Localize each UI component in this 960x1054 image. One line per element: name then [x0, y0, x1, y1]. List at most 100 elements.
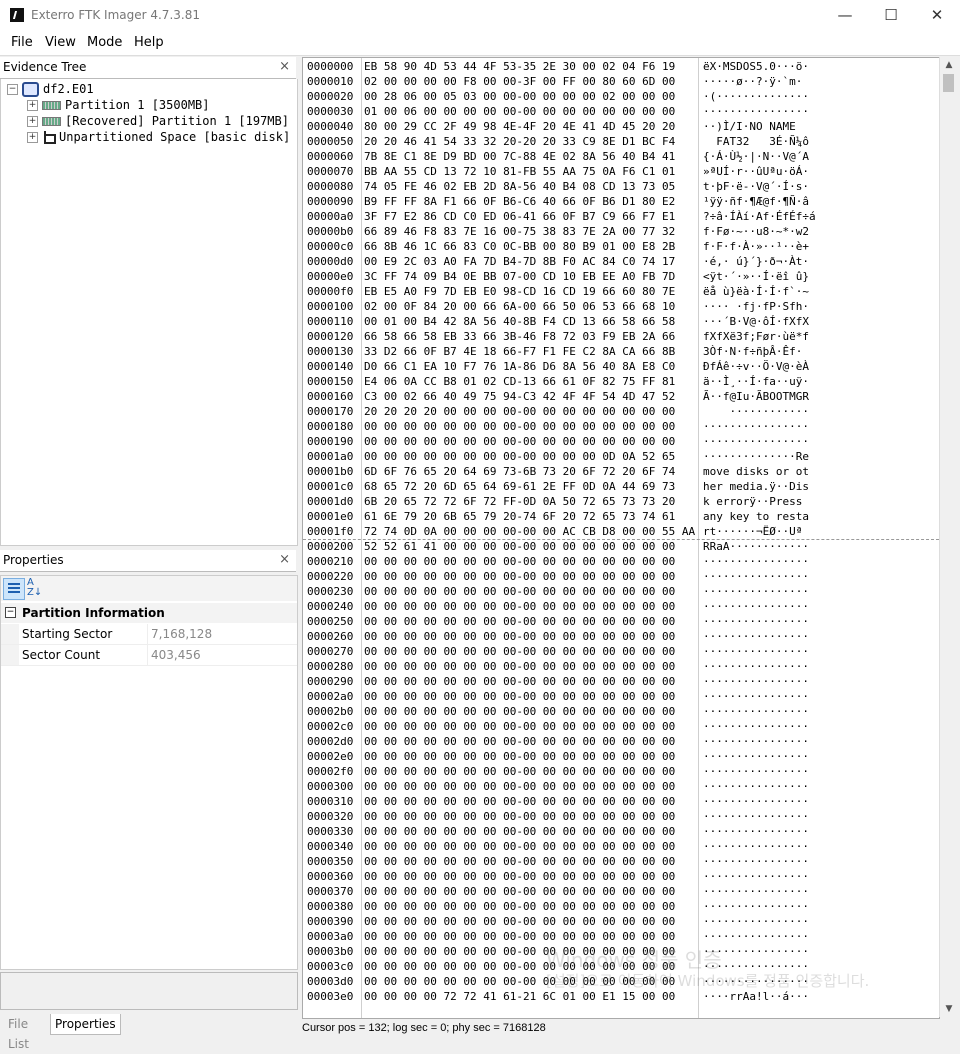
hex-off: 0000190 — [307, 435, 354, 448]
property-category-label: Partition Information — [22, 606, 165, 620]
hex-ascii: k errorÿ··Press — [703, 495, 809, 508]
hex-off: 00000c0 — [307, 240, 354, 253]
hex-ascii: ················ — [703, 105, 809, 118]
hex-bytes: 00 00 00 00 72 72 41 61-21 6C 01 00 E1 1… — [364, 990, 676, 1003]
tree-item-label: Partition 1 [3500MB] — [65, 98, 210, 112]
scroll-thumb[interactable] — [943, 74, 954, 92]
hex-bytes: D0 66 C1 EA 10 F7 76 1A-86 D6 8A 56 40 8… — [364, 360, 676, 373]
hex-ascii: ················ — [703, 900, 809, 913]
hex-bytes: 74 05 FE 46 02 EB 2D 8A-56 40 B4 08 CD 1… — [364, 180, 676, 193]
hex-off: 0000360 — [307, 870, 354, 883]
tree-item-unpartitioned[interactable]: + Unpartitioned Space [basic disk] — [27, 129, 290, 145]
hex-off: 00003b0 — [307, 945, 354, 958]
tree-item-recovered-partition[interactable]: + [Recovered] Partition 1 [197MB] — [27, 113, 289, 129]
property-description-box — [0, 972, 298, 1010]
evidence-icon — [22, 82, 39, 97]
hex-ascii: ················ — [703, 555, 809, 568]
property-key: Sector Count — [22, 648, 101, 662]
hex-ascii: ················ — [703, 690, 809, 703]
tree-root-label: df2.E01 — [43, 82, 94, 96]
hex-ascii: ················ — [703, 855, 809, 868]
hex-off: 0000040 — [307, 120, 354, 133]
hex-ascii: ëå ù}ëà·Í·Í·f`·~ — [703, 285, 809, 298]
hex-bytes: 00 00 00 00 00 00 00 00-00 00 00 00 00 0… — [364, 930, 676, 943]
hex-off: 0000180 — [307, 420, 354, 433]
minimize-button[interactable]: — — [822, 0, 868, 31]
hex-ascii: ················ — [703, 645, 809, 658]
property-row-sector-count[interactable]: Sector Count 403,456 — [1, 645, 297, 666]
hex-ascii: ················ — [703, 810, 809, 823]
property-row-starting-sector[interactable]: Starting Sector 7,168,128 — [1, 624, 297, 645]
hex-ascii: ·é,· ú}´}·ð¬·Àt· — [703, 255, 809, 268]
hex-ascii: ················ — [703, 825, 809, 838]
hex-off: 00003a0 — [307, 930, 354, 943]
hex-ascii: FAT32 3É·Ñ¼ô — [703, 135, 809, 148]
properties-toolbar: A Z↓ — [1, 576, 297, 601]
property-category[interactable]: − Partition Information — [1, 603, 297, 623]
hex-bytes: 00 00 00 00 00 00 00 00-00 00 00 00 00 0… — [364, 690, 676, 703]
hex-ascii: ················ — [703, 840, 809, 853]
hex-ascii: »ªUÍ·r··ûUªu·öÁ· — [703, 165, 809, 178]
hex-bytes: 66 58 66 58 EB 33 66 3B-46 F8 72 03 F9 E… — [364, 330, 676, 343]
scroll-down-icon[interactable]: ▼ — [940, 1001, 958, 1017]
hex-ascii: ················ — [703, 735, 809, 748]
hex-ascii: her media.ÿ··Dis — [703, 480, 809, 493]
hex-bytes: 61 6E 79 20 6B 65 79 20-74 6F 20 72 65 7… — [364, 510, 676, 523]
evidence-tree-close-icon[interactable]: × — [279, 59, 290, 74]
tab-properties[interactable]: Properties — [50, 1014, 121, 1035]
hex-bytes: 68 65 72 20 6D 65 64 69-61 2E FF 0D 0A 4… — [364, 480, 676, 493]
hex-off: 00001f0 — [307, 525, 354, 538]
categorized-view-icon[interactable] — [3, 578, 25, 600]
hex-ascii: ¹ÿÿ·ñf·¶Æ@f·¶Ñ·â — [703, 195, 809, 208]
collapse-icon[interactable]: − — [5, 607, 16, 618]
expand-icon[interactable]: + — [27, 100, 38, 111]
hex-off: 0000250 — [307, 615, 354, 628]
menu-mode[interactable]: Mode — [87, 35, 122, 50]
tree-item-label: Unpartitioned Space [basic disk] — [59, 130, 291, 144]
hex-off: 0000150 — [307, 375, 354, 388]
hex-off: 0000380 — [307, 900, 354, 913]
close-button[interactable]: ✕ — [914, 0, 960, 31]
hex-ascii: 3Òf·N·f÷ñþÂ·Êf· — [703, 345, 803, 358]
scroll-up-icon[interactable]: ▲ — [940, 57, 958, 73]
hex-ascii: RRaA············ — [703, 540, 809, 553]
hex-ascii: ················ — [703, 705, 809, 718]
hex-bytes: C3 00 02 66 40 49 75 94-C3 42 4F 4F 54 4… — [364, 390, 676, 403]
hex-viewer[interactable]: 0000000 EB 58 90 4D 53 44 4F 53-35 2E 30 … — [302, 57, 940, 1019]
hex-bytes: 00 00 00 00 00 00 00 00-00 00 00 00 00 0… — [364, 600, 676, 613]
hex-bytes: 3C FF 74 09 B4 0E BB 07-00 CD 10 EB EE A… — [364, 270, 676, 283]
properties-title: Properties — [3, 553, 64, 567]
hex-bytes: 00 00 00 00 00 00 00 00-00 00 00 00 00 0… — [364, 795, 676, 808]
menu-file[interactable]: File — [11, 35, 33, 50]
hex-bytes: EB E5 A0 F9 7D EB E0 98-CD 16 CD 19 66 6… — [364, 285, 676, 298]
properties-close-icon[interactable]: × — [279, 552, 290, 567]
hex-bytes: EB 58 90 4D 53 44 4F 53-35 2E 30 00 02 0… — [364, 60, 676, 73]
hex-ascii: ················ — [703, 720, 809, 733]
hex-scrollbar[interactable]: ▲ ▼ — [939, 57, 958, 1017]
tree-item-partition-1[interactable]: + Partition 1 [3500MB] — [27, 97, 210, 113]
maximize-button[interactable]: ☐ — [868, 0, 914, 31]
hex-bytes: 00 00 00 00 00 00 00 00-00 00 00 00 00 0… — [364, 720, 676, 733]
hex-off: 00001d0 — [307, 495, 354, 508]
hex-bytes: 00 00 00 00 00 00 00 00-00 00 00 00 00 0… — [364, 810, 676, 823]
hex-bytes: 52 52 61 41 00 00 00 00-00 00 00 00 00 0… — [364, 540, 676, 553]
tree-root[interactable]: − df2.E01 — [7, 81, 94, 97]
hex-ascii: ················ — [703, 870, 809, 883]
hex-ascii: ················ — [703, 915, 809, 928]
hex-bytes: 00 28 06 00 05 03 00 00-00 00 00 00 02 0… — [364, 90, 676, 103]
hex-off: 0000100 — [307, 300, 354, 313]
menu-help[interactable]: Help — [134, 35, 164, 50]
expand-icon[interactable]: + — [27, 132, 38, 143]
hex-bytes: 3F F7 E2 86 CD C0 ED 06-41 66 0F B7 C9 6… — [364, 210, 676, 223]
tab-file-list[interactable]: File List — [4, 1014, 33, 1051]
activation-watermark-text: [설정]으로 이동하여 Windows를 정품 인증합니다. — [546, 972, 870, 990]
hex-bytes: 80 00 29 CC 2F 49 98 4E-4F 20 4E 41 4D 4… — [364, 120, 676, 133]
hex-off: 0000080 — [307, 180, 354, 193]
hex-bytes: 02 00 0F 84 20 00 66 6A-00 66 50 06 53 6… — [364, 300, 676, 313]
expand-icon[interactable]: + — [27, 116, 38, 127]
sort-alphabetical-icon[interactable]: A Z↓ — [27, 578, 47, 598]
collapse-icon[interactable]: − — [7, 84, 18, 95]
hex-ascii: ················ — [703, 750, 809, 763]
menu-view[interactable]: View — [45, 35, 76, 50]
hex-off: 0000260 — [307, 630, 354, 643]
